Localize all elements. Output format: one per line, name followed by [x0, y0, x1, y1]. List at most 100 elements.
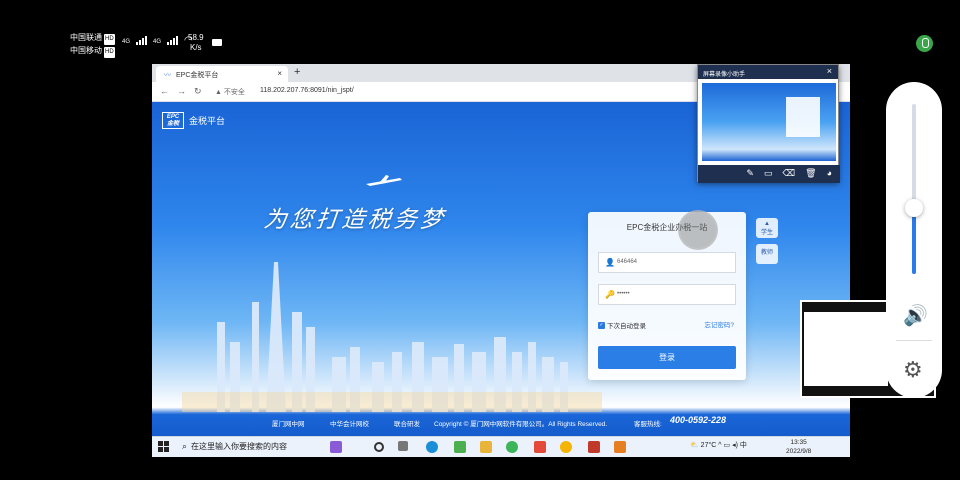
palette-icon[interactable]: ◕ [827, 168, 832, 180]
widgets-icon[interactable] [398, 441, 408, 451]
user-icon: 👤 [605, 258, 615, 267]
logo-text: 金税平台 [189, 116, 226, 126]
weather-icon: ⛅ [690, 442, 699, 449]
taskbar-search-box[interactable]: ⌕ 在这里输入你要搜索的内容 [182, 441, 287, 452]
signal-icon [136, 36, 148, 45]
hd-badge: HD [104, 47, 115, 58]
volume-slider-fill [912, 207, 916, 274]
slogan-text: 为您打造税务梦 [262, 207, 448, 233]
insecure-badge[interactable]: ▲ 不安全 [215, 87, 245, 97]
city-skyline-illustration [182, 262, 602, 412]
network-icon[interactable]: ▭ [724, 442, 731, 449]
windows-taskbar: ⌕ 在这里输入你要搜索的内容 ⛅ 27°C ^ ▭ ◂) 中 13:35 2022… [152, 436, 850, 457]
username-value: 646464 [617, 259, 638, 265]
hd-badge: HD [104, 34, 115, 45]
recorder-close-icon[interactable]: × [827, 66, 832, 76]
forgot-password-link[interactable]: 忘记密码? [704, 319, 734, 329]
clock-time: 13:35 [790, 439, 807, 446]
network-1-label: 4G [122, 39, 131, 45]
pen-icon[interactable]: ✎ [746, 168, 754, 180]
clock-date: 2022/9/8 [786, 448, 812, 455]
edge-browser-icon[interactable] [426, 441, 438, 453]
recorder-title: 屏幕录像小助手 [703, 72, 746, 78]
role-tab-student-label: 学生 [760, 230, 773, 236]
key-icon: 🔑 [605, 290, 615, 299]
app-icon[interactable] [454, 441, 466, 453]
task-view-icon[interactable] [374, 442, 384, 452]
speaker-icon[interactable]: ◂) [732, 442, 738, 449]
footer-joint: 联合研发 [394, 421, 420, 428]
login-panel: EPC金税企业办税一站 👤 646464 🔑 •••••• ✓ 下次自动登录 忘… [588, 212, 746, 380]
preview-login-panel [786, 97, 820, 137]
trash-icon[interactable]: 🗑 [805, 168, 816, 180]
login-title: EPC金税企业办税一站 [626, 223, 708, 232]
volume-panel: 🔊 ⚙ [886, 82, 942, 398]
insecure-label: 不安全 [223, 89, 245, 96]
chrome-icon[interactable] [560, 441, 572, 453]
phone-status-bar: 中国联通 HD 中国移动 HD 4G 4G ◠ 58.9 K/s [0, 0, 960, 62]
browser-tab[interactable]: 〰 EPC金税平台 × [156, 66, 288, 82]
network-2-label: 4G [153, 39, 162, 45]
carrier-info: 中国联通 HD 中国移动 HD [70, 32, 115, 58]
footer-copyright: Copyright © 厦门网中网软件有限公司。All Rights Reser… [434, 421, 608, 428]
student-icon: ▲ [764, 221, 770, 227]
password-input[interactable]: 🔑 •••••• [598, 284, 736, 305]
footer-brand-2: 中华会计网校 [330, 421, 369, 428]
weather-temp: 27°C [700, 442, 717, 449]
taskbar-search-placeholder: 在这里输入你要搜索的内容 [191, 442, 288, 451]
back-icon[interactable]: ← [160, 86, 169, 96]
volume-speaker-icon[interactable]: 🔊 [903, 303, 928, 328]
divider [896, 340, 932, 341]
forward-icon[interactable]: → [177, 86, 186, 96]
wechat-icon[interactable] [506, 441, 518, 453]
app-icon[interactable] [330, 441, 342, 453]
eraser-icon[interactable]: ⌫ [782, 168, 795, 180]
recorder-preview [702, 83, 836, 161]
settings-gear-icon[interactable]: ⚙ [903, 357, 923, 383]
camera-icon [212, 39, 222, 46]
tab-title: EPC金税平台 [176, 72, 219, 79]
search-icon: ⌕ [182, 441, 188, 451]
role-tab-teacher-label: 教师 [760, 250, 773, 256]
microphone-icon[interactable] [916, 35, 933, 52]
recorder-header: 屏幕录像小助手 × [698, 65, 838, 79]
net-speed-unit: K/s [190, 43, 202, 52]
carrier-2: 中国移动 [70, 46, 102, 55]
windows-start-icon[interactable] [158, 441, 169, 452]
screen-recorder-widget: 屏幕录像小助手 × ✎ ▭ ⌫ 🗑 ◕ [697, 64, 840, 183]
remember-checkbox[interactable]: ✓ 下次自动登录 [598, 320, 646, 330]
app-icon[interactable] [588, 441, 600, 453]
tab-close-icon[interactable]: × [277, 69, 282, 78]
footer-brand-1: 厦门网中网 [272, 421, 305, 428]
footer-hotline: 400-0592-228 [670, 415, 727, 425]
touch-cursor-indicator [678, 210, 718, 250]
signal-icons: 4G 4G ◠ [122, 36, 193, 46]
tray-arrow-icon[interactable]: ^ [718, 442, 721, 449]
recorder-toolbar: ✎ ▭ ⌫ 🗑 ◕ [698, 165, 840, 183]
volume-slider-knob[interactable] [905, 199, 923, 217]
ime-indicator[interactable]: 中 [740, 442, 747, 449]
password-value: •••••• [617, 291, 630, 297]
net-speed: 58.9 K/s [188, 33, 204, 53]
system-tray: ⛅ 27°C ^ ▭ ◂) 中 [690, 440, 747, 450]
wps-icon[interactable] [534, 441, 546, 453]
username-input[interactable]: 👤 646464 [598, 252, 736, 273]
role-tab-student[interactable]: ▲ 学生 [756, 218, 778, 238]
checkbox-checked-icon: ✓ [598, 321, 605, 329]
url-input[interactable]: 118.202.207.76:8091/nin_jspt/ [260, 87, 354, 94]
taskbar-clock[interactable]: 13:35 2022/9/8 [786, 438, 811, 456]
role-tab-teacher[interactable]: 教师 [756, 244, 778, 264]
site-logo[interactable]: EPC 金税 金税平台 [162, 112, 225, 129]
remember-label: 下次自动登录 [607, 323, 646, 330]
new-tab-button[interactable]: + [294, 66, 300, 78]
rectangle-icon[interactable]: ▭ [764, 168, 773, 180]
site-favicon-icon: 〰 [164, 72, 171, 79]
role-tabs: ▲ 学生 教师 [756, 218, 778, 270]
login-button[interactable]: 登录 [598, 346, 736, 369]
carrier-1: 中国联通 [70, 33, 102, 42]
reload-icon[interactable]: ↻ [194, 86, 202, 97]
folder-icon[interactable] [480, 441, 492, 453]
signal-icon [167, 36, 179, 45]
page-footer: 厦门网中网 中华会计网校 联合研发 Copyright © 厦门网中网软件有限公… [152, 412, 850, 436]
app-icon[interactable] [614, 441, 626, 453]
